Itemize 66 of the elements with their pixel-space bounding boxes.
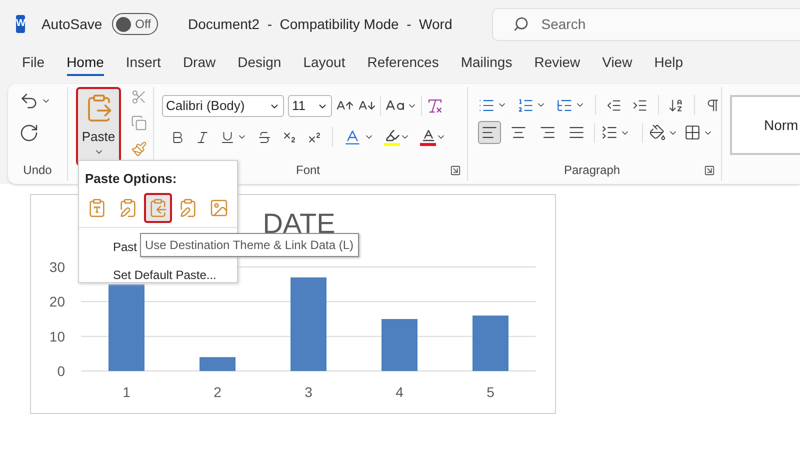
menu-tab[interactable]: Draw (182, 52, 216, 76)
align-icon (568, 124, 585, 141)
y-tick-label: 20 (49, 294, 65, 310)
style-item[interactable]: Norm (730, 95, 800, 155)
align-icon (510, 124, 527, 141)
search-field[interactable]: Search (492, 8, 800, 40)
group-label: Font (296, 162, 320, 179)
font-name-field[interactable]: Calibri (Body) (162, 95, 284, 117)
dialog-launcher-icon[interactable] (450, 164, 461, 176)
format-painter-icon[interactable] (131, 141, 147, 157)
underline-icon[interactable] (220, 130, 235, 144)
cut-icon[interactable] (131, 89, 147, 105)
line-spacing-icon[interactable] (601, 124, 618, 141)
shading-icon[interactable] (649, 124, 666, 141)
x-tick-label: 1 (122, 384, 130, 400)
subscript-icon[interactable] (282, 130, 297, 144)
menu-heading: Paste Options: (84, 170, 178, 188)
tooltip: Use Destination Theme & Link Data (L) (140, 233, 359, 257)
align-icon (539, 124, 556, 141)
align-button[interactable] (478, 121, 501, 144)
x-tick-label: 3 (304, 384, 312, 400)
italic-icon[interactable] (195, 130, 210, 144)
font-color-icon[interactable] (420, 128, 436, 146)
copy-icon[interactable] (131, 115, 147, 131)
bar (382, 319, 418, 371)
paste-option-button[interactable] (144, 192, 172, 222)
superscript-icon[interactable] (307, 130, 322, 144)
pilcrow-icon[interactable] (705, 96, 721, 114)
menu-tab[interactable]: Design (238, 52, 282, 76)
text-effects-icon[interactable] (343, 128, 362, 146)
font-size-field[interactable]: 11 (288, 95, 332, 117)
group-label: Paragraph (564, 162, 620, 179)
paste-button[interactable]: Paste (76, 87, 121, 166)
x-tick-label: 5 (486, 384, 494, 400)
numbering-icon[interactable] (517, 96, 534, 114)
bar (200, 357, 236, 371)
borders-icon[interactable] (684, 124, 701, 141)
group-label: Undo (23, 162, 52, 179)
menu-tab[interactable]: Mailings (460, 52, 512, 76)
search-input[interactable]: Search (541, 14, 792, 34)
autosave-toggle[interactable]: Off (112, 13, 158, 35)
strikethrough-icon[interactable] (257, 130, 272, 144)
redo-icon[interactable] (18, 123, 38, 143)
document-title: Document2 - Compatibility Mode - Word (188, 14, 452, 34)
clear-formatting-icon[interactable] (426, 97, 444, 115)
align-icon (481, 124, 498, 141)
y-tick-label: 30 (49, 259, 65, 275)
menu-item[interactable]: Set Default Paste... (113, 266, 216, 284)
menu-tab[interactable]: Home (66, 52, 104, 76)
dialog-launcher-icon[interactable] (704, 164, 715, 176)
bar (472, 316, 508, 371)
search-icon (513, 16, 530, 32)
menu-tab[interactable]: Insert (126, 52, 161, 76)
menu-tab[interactable]: Review (534, 52, 580, 76)
autosave-label: AutoSave (41, 14, 102, 34)
y-tick-label: 10 (49, 328, 65, 344)
menu-tab[interactable]: References (367, 52, 439, 76)
menu-tab[interactable]: Help (654, 52, 683, 76)
menu-tab[interactable]: View (602, 52, 632, 76)
x-tick-label: 2 (214, 384, 222, 400)
x-tick-label: 4 (396, 384, 404, 400)
menu-item[interactable]: Past (113, 238, 138, 256)
menu-tab[interactable]: File (22, 52, 45, 76)
menu-tab[interactable]: Layout (303, 52, 346, 76)
y-tick-label: 0 (57, 363, 65, 379)
highlighter-icon[interactable] (384, 128, 400, 146)
